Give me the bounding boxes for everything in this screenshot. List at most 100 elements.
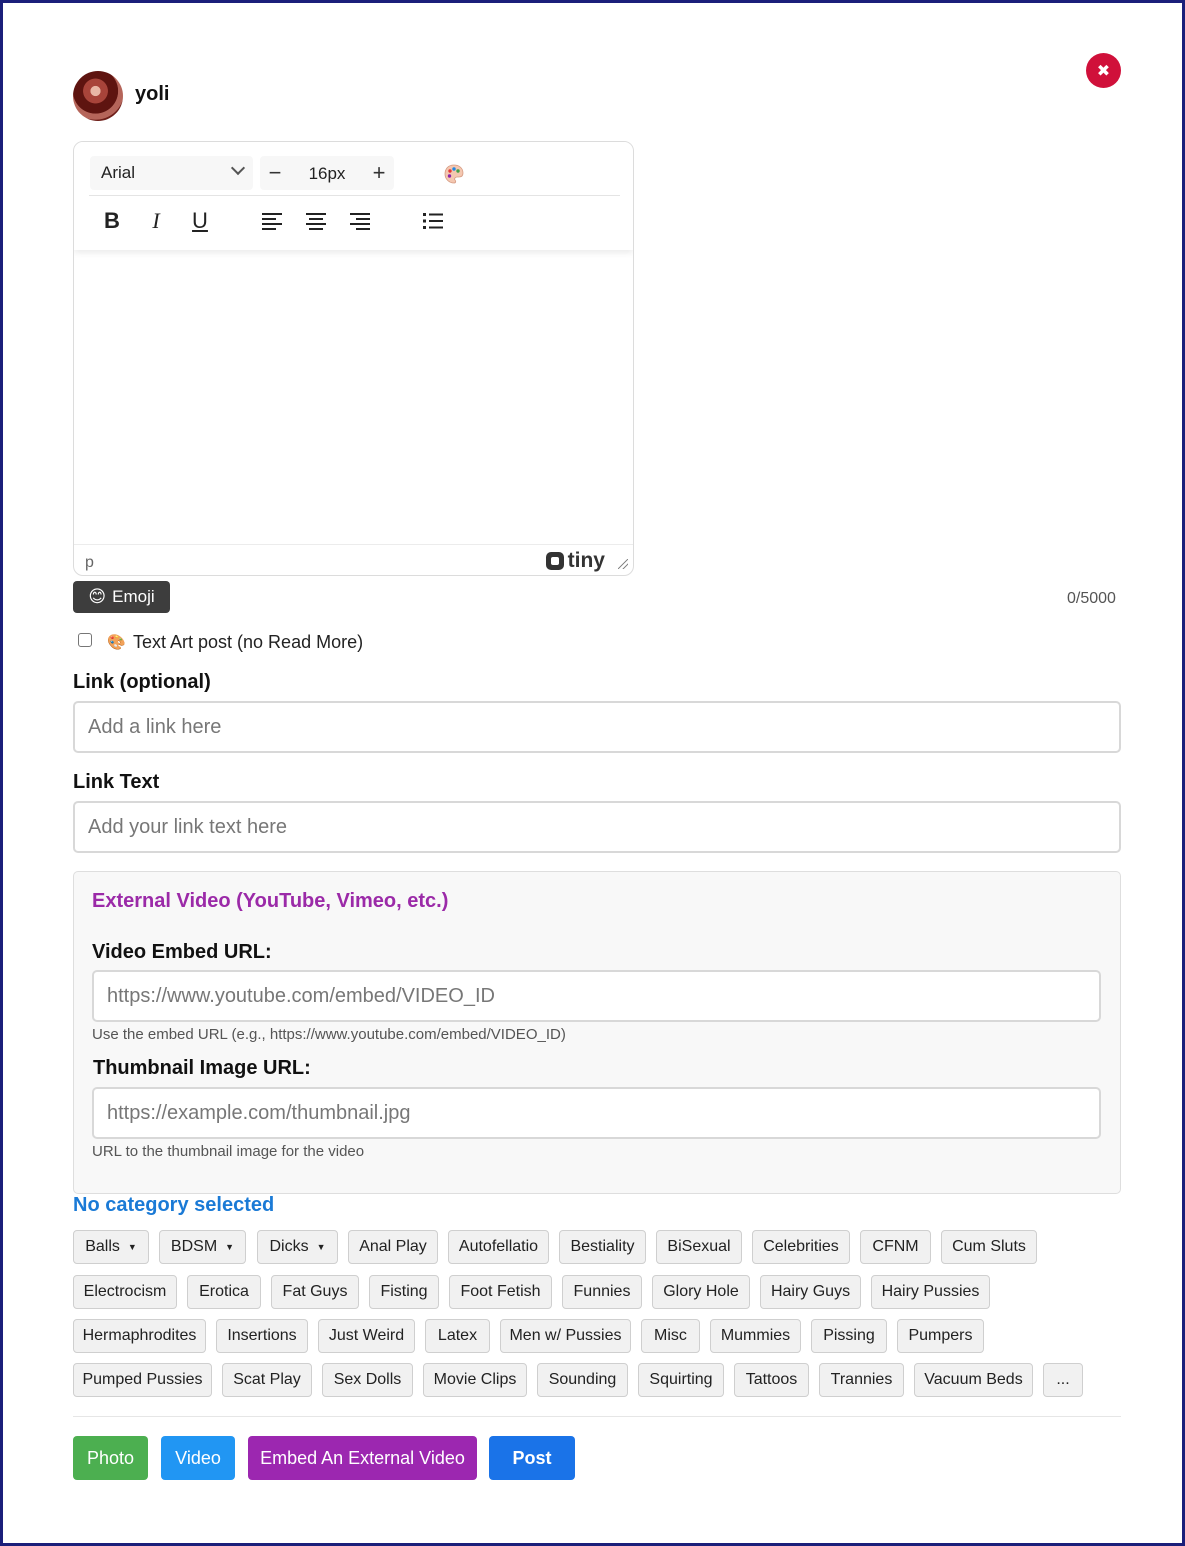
category-chip[interactable]: CFNM (860, 1230, 931, 1264)
italic-button[interactable]: I (139, 204, 173, 238)
category-label: Foot Fetish (460, 1283, 541, 1300)
category-chip[interactable]: Just Weird (318, 1319, 415, 1353)
category-chip[interactable]: Autofellatio (448, 1230, 549, 1264)
section-divider (73, 1416, 1121, 1417)
category-label: Electrocism (83, 1283, 167, 1300)
thumbnail-url-help: URL to the thumbnail image for the video (92, 1143, 365, 1160)
editor-content-area[interactable] (74, 250, 633, 544)
bullet-list-button[interactable] (416, 204, 450, 238)
resize-handle-icon[interactable] (618, 559, 628, 569)
category-label: Autofellatio (458, 1238, 539, 1255)
category-label: Hairy Pussies (881, 1283, 980, 1300)
category-label: Dicks (269, 1238, 309, 1255)
category-chip[interactable]: Squirting (638, 1363, 724, 1397)
align-center-button[interactable] (299, 204, 333, 238)
link-text-input[interactable]: Add your link text here (73, 801, 1121, 853)
close-button[interactable]: ✖ (1086, 53, 1121, 88)
category-chip[interactable]: Men w/ Pussies (500, 1319, 631, 1353)
username: yoli (135, 83, 170, 105)
text-art-checkbox[interactable] (78, 633, 92, 647)
close-icon: ✖ (1096, 62, 1111, 80)
thumbnail-url-input[interactable]: https://example.com/thumbnail.jpg (92, 1087, 1101, 1139)
text-art-label[interactable]: Text Art post (no Read More) (133, 632, 363, 653)
post-button-label: Post (512, 1447, 552, 1468)
font-size-value[interactable]: 16px (300, 164, 354, 184)
category-label: Vacuum Beds (924, 1371, 1023, 1388)
category-chip[interactable]: Balls ▼ (73, 1230, 149, 1264)
category-chip[interactable]: Fisting (369, 1275, 439, 1309)
category-chip[interactable]: Hairy Guys (760, 1275, 861, 1309)
align-left-button[interactable] (255, 204, 289, 238)
font-size-decrease-button[interactable]: − (260, 156, 290, 190)
category-chip[interactable]: BiSexual (656, 1230, 742, 1264)
post-button[interactable]: Post (489, 1436, 575, 1480)
category-chip[interactable]: Anal Play (348, 1230, 438, 1264)
align-center-icon (306, 213, 326, 230)
emoji-button[interactable]: 😊 Emoji (73, 581, 170, 613)
link-input[interactable]: Add a link here (73, 701, 1121, 753)
category-chip[interactable]: Erotica (187, 1275, 261, 1309)
category-chip[interactable]: Sex Dolls (322, 1363, 413, 1397)
category-chip[interactable]: Cum Sluts (941, 1230, 1037, 1264)
category-label: Tattoos (745, 1371, 798, 1388)
category-chip[interactable]: Fat Guys (271, 1275, 359, 1309)
link-label: Link (optional) (73, 671, 211, 693)
avatar (73, 71, 123, 121)
thumbnail-url-label: Thumbnail Image URL: (93, 1057, 311, 1079)
element-path[interactable]: p (85, 554, 94, 572)
category-status: No category selected (73, 1194, 275, 1216)
category-chip[interactable]: Foot Fetish (449, 1275, 552, 1309)
align-right-button[interactable] (343, 204, 377, 238)
category-chip[interactable]: Hairy Pussies (871, 1275, 990, 1309)
category-label: Movie Clips (433, 1371, 517, 1388)
category-chip[interactable]: Vacuum Beds (914, 1363, 1033, 1397)
category-label: Men w/ Pussies (509, 1327, 622, 1344)
embed-external-video-button[interactable]: Embed An External Video (248, 1436, 477, 1480)
category-label: BiSexual (667, 1238, 731, 1255)
category-chip[interactable]: Glory Hole (652, 1275, 750, 1309)
category-chip[interactable]: Mummies (710, 1319, 801, 1353)
caret-down-icon: ▼ (316, 1242, 326, 1252)
video-button[interactable]: Video (161, 1436, 235, 1480)
editor-statusbar: p tiny (74, 544, 633, 575)
category-chip[interactable]: Scat Play (222, 1363, 312, 1397)
category-chip[interactable]: Pumped Pussies (73, 1363, 212, 1397)
category-label: Sex Dolls (333, 1371, 402, 1388)
category-chip[interactable]: Funnies (562, 1275, 642, 1309)
category-chip[interactable]: Hermaphrodites (73, 1319, 206, 1353)
video-button-label: Video (175, 1447, 221, 1468)
photo-button[interactable]: Photo (73, 1436, 148, 1480)
underline-icon: U (192, 208, 208, 233)
text-art-palette-icon[interactable] (444, 164, 464, 184)
category-label: Scat Play (233, 1371, 301, 1388)
category-chip[interactable]: Tattoos (734, 1363, 809, 1397)
font-family-select[interactable]: Arial (90, 156, 253, 190)
chevron-down-icon (230, 160, 246, 176)
more-categories-button[interactable]: ... (1043, 1363, 1083, 1397)
category-chip[interactable]: Electrocism (73, 1275, 177, 1309)
category-chip[interactable]: Misc (641, 1319, 700, 1353)
category-chip[interactable]: Dicks ▼ (257, 1230, 338, 1264)
category-chip[interactable]: Pumpers (897, 1319, 984, 1353)
category-chip[interactable]: Insertions (216, 1319, 308, 1353)
post-composer-dialog: yoli ✖ Arial − 16px + B I U p tiny 😊 Emo… (0, 0, 1185, 1546)
tiny-logo[interactable]: tiny (545, 549, 605, 573)
category-chip[interactable]: Celebrities (752, 1230, 850, 1264)
video-embed-url-input[interactable]: https://www.youtube.com/embed/VIDEO_ID (92, 970, 1101, 1022)
link-text-input-placeholder: Add your link text here (88, 815, 287, 838)
font-size-increase-button[interactable]: + (364, 156, 394, 190)
underline-button[interactable]: U (183, 204, 217, 238)
category-label: Misc (654, 1327, 687, 1344)
category-chip[interactable]: Bestiality (559, 1230, 646, 1264)
category-chip[interactable]: Latex (425, 1319, 490, 1353)
category-chip[interactable]: Sounding (537, 1363, 628, 1397)
category-label: Pissing (823, 1327, 875, 1344)
category-chip[interactable]: Pissing (811, 1319, 887, 1353)
bold-button[interactable]: B (95, 204, 129, 238)
thumbnail-url-placeholder: https://example.com/thumbnail.jpg (107, 1101, 411, 1124)
category-chip[interactable]: BDSM ▼ (159, 1230, 246, 1264)
category-chip[interactable]: Movie Clips (423, 1363, 527, 1397)
smile-emoji-icon: 😊 (88, 587, 107, 606)
category-chip[interactable]: Trannies (819, 1363, 904, 1397)
plus-icon: + (372, 160, 386, 185)
